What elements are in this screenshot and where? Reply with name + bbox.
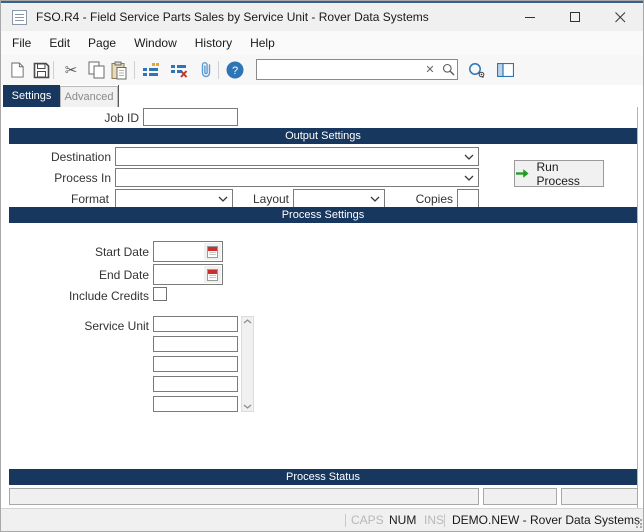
start-date-label: Start Date <box>94 245 149 259</box>
service-unit-scrollbar[interactable] <box>241 316 254 412</box>
save-icon[interactable] <box>29 58 53 82</box>
process-status-cell <box>561 488 638 505</box>
process-status-header: Process Status <box>9 469 637 485</box>
scroll-up-icon[interactable] <box>243 319 252 324</box>
search-input[interactable] <box>257 61 421 78</box>
tab-advanced[interactable]: Advanced <box>60 86 118 107</box>
process-settings-header: Process Settings <box>9 207 637 223</box>
output-settings-header: Output Settings <box>9 128 637 144</box>
chevron-down-icon <box>464 154 474 160</box>
connection-context: DEMO.NEW - Rover Data Systems <box>452 513 641 527</box>
start-date-field <box>153 241 223 262</box>
run-arrow-icon <box>515 169 529 178</box>
num-indicator: NUM <box>389 513 417 527</box>
tab-settings[interactable]: Settings <box>3 85 60 107</box>
search-icon[interactable] <box>439 60 457 79</box>
statusbar-separator <box>345 514 346 527</box>
tab-strip-edge <box>118 85 119 107</box>
application-window: FSO.R4 - Field Service Parts Sales by Se… <box>0 0 644 532</box>
statusbar-separator <box>444 514 445 527</box>
close-button[interactable] <box>598 3 643 31</box>
toolbar-separator <box>218 61 219 79</box>
add-record-icon[interactable] <box>139 58 163 82</box>
service-unit-input[interactable] <box>153 396 238 412</box>
menu-file[interactable]: File <box>3 33 40 53</box>
caps-indicator: CAPS <box>351 513 384 527</box>
run-process-label: Run Process <box>536 159 580 188</box>
include-credits-label: Include Credits <box>68 289 149 303</box>
process-in-dropdown[interactable] <box>115 168 479 187</box>
delete-record-icon[interactable] <box>167 58 191 82</box>
job-id-input[interactable] <box>143 108 238 126</box>
toolbar-search: ✕ <box>256 59 458 80</box>
process-status-cell <box>483 488 557 505</box>
chevron-down-icon <box>464 175 474 181</box>
run-process-button[interactable]: Run Process <box>514 159 604 188</box>
end-date-field <box>153 264 223 285</box>
new-document-icon[interactable] <box>5 58 29 82</box>
end-date-input[interactable] <box>155 266 205 283</box>
clear-search-icon[interactable]: ✕ <box>421 60 439 79</box>
process-status-message <box>9 488 479 505</box>
start-date-calendar-button[interactable] <box>204 243 221 260</box>
window-title: FSO.R4 - Field Service Parts Sales by Se… <box>36 10 429 24</box>
destination-dropdown[interactable] <box>115 147 479 166</box>
toolbar: ✂ ? ✕ <box>1 55 643 85</box>
menu-window[interactable]: Window <box>125 33 186 53</box>
end-date-label: End Date <box>98 268 149 282</box>
window-controls <box>508 3 643 31</box>
attachment-icon[interactable] <box>194 58 218 82</box>
maximize-button[interactable] <box>553 3 598 31</box>
svg-text:?: ? <box>232 65 238 77</box>
layout-panels-icon[interactable] <box>493 58 517 82</box>
content-right-border <box>637 107 638 508</box>
layout-label: Layout <box>252 192 289 206</box>
copies-input[interactable] <box>457 189 479 208</box>
app-icon[interactable] <box>12 9 27 25</box>
destination-label: Destination <box>50 150 111 164</box>
menu-page[interactable]: Page <box>79 33 125 53</box>
resize-grip[interactable] <box>634 519 643 528</box>
calendar-icon <box>207 268 218 281</box>
ins-indicator: INS <box>424 513 445 527</box>
cut-icon[interactable]: ✂ <box>59 58 83 82</box>
format-dropdown[interactable] <box>115 189 233 208</box>
toolbar-separator <box>53 61 54 79</box>
paste-icon[interactable] <box>107 58 131 82</box>
menu-help[interactable]: Help <box>241 33 284 53</box>
toolbar-separator <box>134 61 135 79</box>
service-unit-input[interactable] <box>153 356 238 372</box>
include-credits-checkbox[interactable] <box>153 287 167 301</box>
menu-bar: File Edit Page Window History Help <box>1 31 643 55</box>
chevron-down-icon <box>218 196 228 202</box>
menu-edit[interactable]: Edit <box>40 33 79 53</box>
calendar-icon <box>207 245 218 258</box>
service-unit-label: Service Unit <box>84 319 149 333</box>
copies-label: Copies <box>415 192 453 206</box>
service-unit-input[interactable] <box>153 336 238 352</box>
layout-dropdown[interactable] <box>293 189 385 208</box>
process-in-label: Process In <box>54 171 111 185</box>
minimize-button[interactable] <box>508 3 553 31</box>
scroll-down-icon[interactable] <box>243 404 252 409</box>
format-label: Format <box>70 192 109 206</box>
service-unit-input[interactable] <box>153 376 238 392</box>
help-icon[interactable]: ? <box>223 58 247 82</box>
end-date-calendar-button[interactable] <box>204 266 221 283</box>
menu-history[interactable]: History <box>186 33 241 53</box>
start-date-input[interactable] <box>155 243 205 260</box>
copy-icon[interactable] <box>84 58 108 82</box>
job-id-label: Job ID <box>104 111 139 125</box>
chevron-down-icon <box>370 196 380 202</box>
search-view-icon[interactable] <box>465 58 489 82</box>
status-bar: CAPS NUM INS DEMO.NEW - Rover Data Syste… <box>1 508 643 531</box>
service-unit-input[interactable] <box>153 316 238 332</box>
